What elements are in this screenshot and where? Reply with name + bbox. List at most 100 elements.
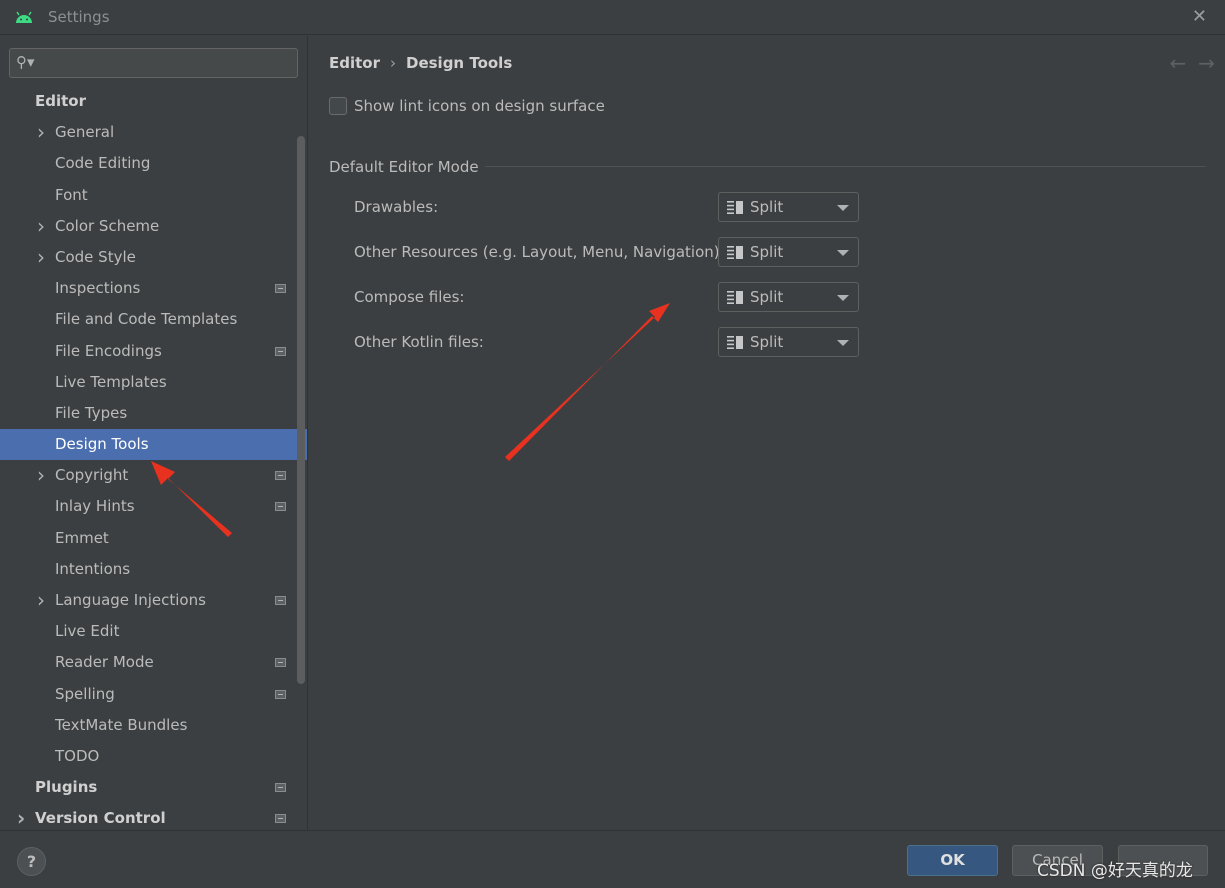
sidebar-item-label: Language Injections [55, 591, 206, 609]
sidebar-item-label: Editor [35, 92, 86, 110]
sidebar-item-label: Reader Mode [55, 653, 154, 672]
editor-mode-value: Split [750, 333, 784, 351]
csdn-watermark: CSDN @好天真的龙 [1037, 861, 1193, 881]
search-box[interactable]: ⚲▾ [9, 48, 298, 78]
chevron-down-icon [837, 250, 849, 256]
sidebar-item-todo[interactable]: TODO [0, 741, 307, 772]
project-level-icon [275, 689, 286, 699]
sidebar-item-label: Inspections [55, 279, 141, 298]
sidebar-item-file-types[interactable]: File Types [0, 398, 307, 429]
split-view-icon [727, 201, 743, 214]
sidebar-item-version-control[interactable]: › Version Control [0, 803, 307, 830]
editor-mode-label: Other Resources (e.g. Layout, Menu, Navi… [354, 243, 725, 261]
editor-mode-dropdown[interactable]: Split [718, 237, 859, 267]
sidebar-scrollbar[interactable] [297, 136, 305, 684]
project-level-icon [275, 284, 286, 294]
sidebar-item-design-tools[interactable]: Design Tools [0, 429, 307, 461]
lint-icons-checkbox[interactable] [329, 97, 347, 115]
editor-mode-value: Split [750, 288, 784, 306]
editor-mode-row: Compose files: Split [354, 282, 874, 312]
sidebar-item-copyright[interactable]: › Copyright [0, 460, 307, 491]
help-button[interactable]: ? [17, 847, 46, 876]
sidebar-item-label: File Encodings [55, 341, 162, 360]
chevron-right-icon[interactable]: › [37, 242, 49, 273]
search-input[interactable] [44, 53, 284, 73]
editor-mode-value: Split [750, 198, 784, 216]
search-icon[interactable]: ⚲▾ [16, 53, 35, 71]
settings-tree: Editor › General Code Editing Font › Color Sch… [0, 86, 307, 830]
editor-mode-label: Other Kotlin files: [354, 333, 484, 351]
settings-sidebar: ⚲▾ Editor › General Code Editing Font › Color … [0, 36, 308, 830]
project-level-icon [275, 471, 286, 481]
android-icon [16, 11, 32, 23]
sidebar-item-code-editing[interactable]: Code Editing [0, 148, 307, 179]
sidebar-item-label: General [55, 123, 115, 142]
sidebar-item-file-encodings[interactable]: File Encodings [0, 336, 307, 367]
sidebar-item-emmet[interactable]: Emmet [0, 523, 307, 554]
chevron-right-icon[interactable]: › [37, 585, 49, 616]
sidebar-item-textmate-bundles[interactable]: TextMate Bundles [0, 710, 307, 741]
sidebar-item-label: TextMate Bundles [55, 715, 188, 734]
breadcrumb: Editor › Design Tools [329, 54, 512, 72]
sidebar-item-label: Font [55, 185, 88, 204]
sidebar-item-editor[interactable]: Editor [0, 86, 307, 117]
back-arrow-icon[interactable]: ← [1169, 51, 1186, 75]
sidebar-item-plugins[interactable]: Plugins [0, 772, 307, 803]
chevron-right-icon[interactable]: › [37, 211, 49, 242]
chevron-right-icon[interactable]: › [37, 117, 49, 148]
editor-mode-dropdown[interactable]: Split [718, 192, 859, 222]
sidebar-item-file-and-code-templates[interactable]: File and Code Templates [0, 304, 307, 335]
sidebar-item-label: Color Scheme [55, 216, 160, 235]
sidebar-item-label: Inlay Hints [55, 497, 135, 516]
sidebar-item-live-edit[interactable]: Live Edit [0, 616, 307, 647]
split-view-icon [727, 246, 743, 259]
sidebar-item-font[interactable]: Font [0, 180, 307, 211]
title-bar: Settings ✕ [0, 0, 1225, 35]
sidebar-item-live-templates[interactable]: Live Templates [0, 367, 307, 398]
project-level-icon [275, 658, 286, 668]
sidebar-item-label: TODO [55, 746, 100, 765]
editor-mode-dropdown[interactable]: Split [718, 282, 859, 312]
default-editor-mode-title: Default Editor Mode [329, 158, 479, 176]
sidebar-item-label: Design Tools [55, 435, 149, 454]
sidebar-item-inspections[interactable]: Inspections [0, 273, 307, 304]
chevron-down-icon [837, 340, 849, 346]
breadcrumb-current: Design Tools [406, 54, 513, 72]
sidebar-item-intentions[interactable]: Intentions [0, 554, 307, 585]
sidebar-item-label: File and Code Templates [55, 310, 238, 329]
sidebar-item-language-injections[interactable]: › Language Injections [0, 585, 307, 616]
sidebar-item-reader-mode[interactable]: Reader Mode [0, 647, 307, 678]
editor-mode-label: Compose files: [354, 288, 465, 306]
window-title: Settings [48, 8, 110, 26]
sidebar-item-label: File Types [55, 403, 128, 422]
project-level-icon [275, 783, 286, 793]
project-level-icon [275, 346, 286, 356]
group-divider [485, 166, 1206, 167]
chevron-down-icon [837, 205, 849, 211]
forward-arrow-icon[interactable]: → [1198, 51, 1215, 75]
close-icon[interactable]: ✕ [1192, 6, 1207, 27]
sidebar-item-label: Plugins [35, 778, 98, 797]
sidebar-item-general[interactable]: › General [0, 117, 307, 148]
sidebar-item-label: Live Templates [55, 372, 167, 391]
chevron-right-icon[interactable]: › [17, 803, 29, 830]
editor-mode-dropdown[interactable]: Split [718, 327, 859, 357]
settings-content: Editor › Design Tools ← → Show lint icons o… [309, 36, 1225, 830]
sidebar-item-spelling[interactable]: Spelling [0, 679, 307, 710]
sidebar-item-color-scheme[interactable]: › Color Scheme [0, 211, 307, 242]
sidebar-item-inlay-hints[interactable]: Inlay Hints [0, 491, 307, 522]
ok-button[interactable]: OK [907, 845, 998, 876]
lint-icons-label: Show lint icons on design surface [354, 97, 605, 115]
project-level-icon [275, 814, 286, 824]
breadcrumb-parent[interactable]: Editor [329, 54, 380, 72]
chevron-right-icon[interactable]: › [37, 460, 49, 491]
sidebar-item-label: Emmet [55, 528, 109, 547]
sidebar-item-label: Intentions [55, 559, 131, 578]
editor-mode-row: Drawables: Split [354, 192, 874, 222]
sidebar-item-label: Live Edit [55, 622, 120, 641]
breadcrumb-separator: › [390, 54, 396, 72]
split-view-icon [727, 336, 743, 349]
sidebar-item-label: Copyright [55, 466, 129, 485]
sidebar-item-label: Code Style [55, 247, 136, 266]
sidebar-item-code-style[interactable]: › Code Style [0, 242, 307, 273]
